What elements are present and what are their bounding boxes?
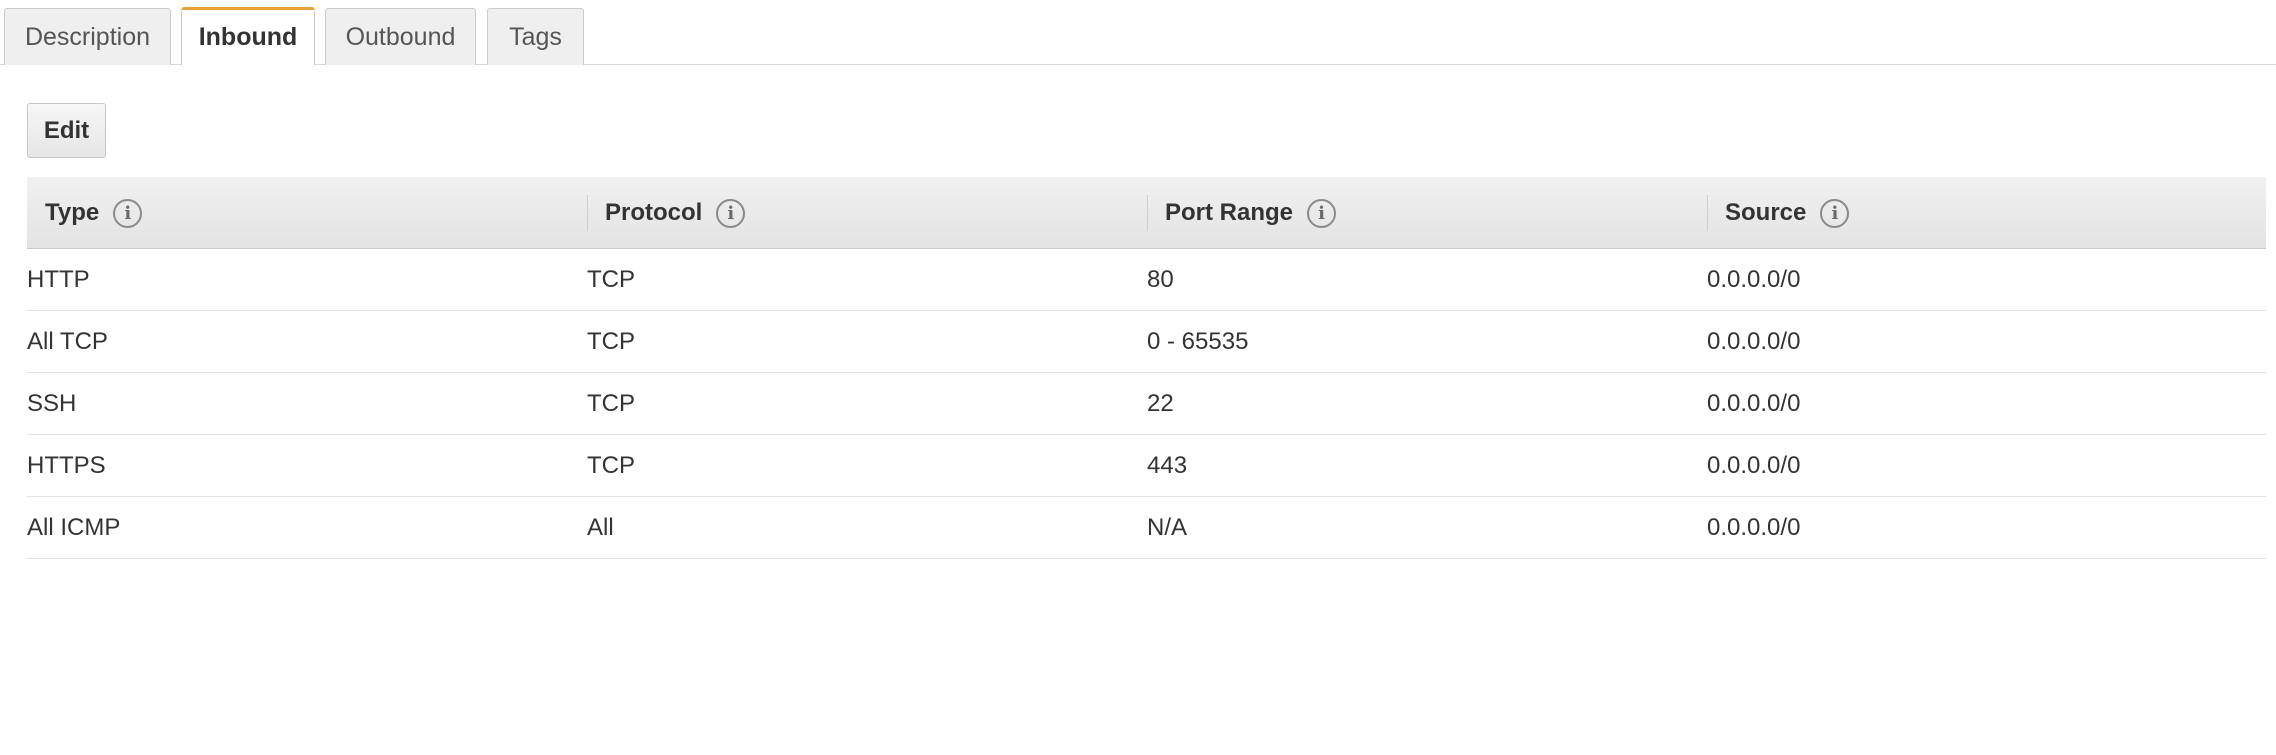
column-header-protocol: Protocol i	[587, 177, 1147, 249]
table-row: HTTP TCP 80 0.0.0.0/0	[27, 249, 2266, 311]
cell-port-range: 443	[1147, 451, 1188, 479]
table-row: HTTPS TCP 443 0.0.0.0/0	[27, 435, 2266, 497]
table-row: SSH TCP 22 0.0.0.0/0	[27, 373, 2266, 435]
info-icon[interactable]: i	[113, 198, 143, 228]
column-header-label: Type	[45, 199, 100, 226]
info-icon[interactable]: i	[716, 198, 746, 228]
column-header-label: Port Range	[1165, 199, 1294, 226]
cell-source: 0.0.0.0/0	[1707, 451, 1801, 479]
cell-protocol: TCP	[587, 265, 635, 293]
cell-source: 0.0.0.0/0	[1707, 513, 1801, 541]
cell-type: SSH	[27, 389, 77, 417]
tab-bar: Description Inbound Outbound Tags	[0, 0, 2276, 65]
cell-type: HTTP	[27, 265, 90, 293]
cell-protocol: TCP	[587, 327, 635, 355]
tab-outbound[interactable]: Outbound	[325, 8, 476, 65]
edit-button[interactable]: Edit	[27, 103, 106, 158]
inbound-rules-table: Type i Protocol i Port Range i Source i …	[27, 177, 2266, 559]
table-row: All ICMP All N/A 0.0.0.0/0	[27, 497, 2266, 559]
cell-protocol: TCP	[587, 451, 635, 479]
cell-protocol: All	[587, 513, 614, 541]
cell-port-range: 80	[1147, 265, 1174, 293]
column-header-label: Protocol	[605, 199, 703, 226]
cell-source: 0.0.0.0/0	[1707, 265, 1801, 293]
cell-port-range: N/A	[1147, 513, 1188, 541]
tab-description[interactable]: Description	[4, 8, 171, 65]
cell-port-range: 22	[1147, 389, 1174, 417]
cell-type: All ICMP	[27, 513, 121, 541]
column-header-port-range: Port Range i	[1147, 177, 1707, 249]
info-icon[interactable]: i	[1307, 198, 1337, 228]
table-header: Type i Protocol i Port Range i Source i	[27, 177, 2266, 249]
info-icon[interactable]: i	[1820, 198, 1850, 228]
cell-source: 0.0.0.0/0	[1707, 389, 1801, 417]
table-row: All TCP TCP 0 - 65535 0.0.0.0/0	[27, 311, 2266, 373]
cell-protocol: TCP	[587, 389, 635, 417]
cell-port-range: 0 - 65535	[1147, 327, 1249, 355]
tab-tags[interactable]: Tags	[487, 8, 584, 65]
column-header-label: Source	[1725, 199, 1807, 226]
column-header-source: Source i	[1707, 177, 2266, 249]
cell-source: 0.0.0.0/0	[1707, 327, 1801, 355]
cell-type: HTTPS	[27, 451, 106, 479]
column-header-type: Type i	[27, 177, 587, 249]
tab-inbound[interactable]: Inbound	[181, 7, 315, 65]
cell-type: All TCP	[27, 327, 108, 355]
